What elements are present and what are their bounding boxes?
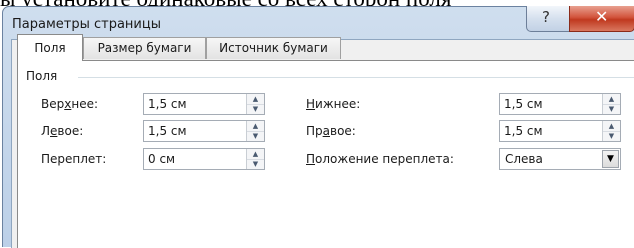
spin-down-icon[interactable]: ▼ [247,131,264,141]
left-margin-input[interactable] [144,121,244,141]
gutter-stepper[interactable]: ▲ ▼ [246,149,264,169]
left-margin-label: Левое: [41,124,84,138]
bottom-margin-input[interactable] [500,94,600,114]
close-button[interactable]: ✕ [569,6,634,32]
gutter-input[interactable] [144,149,244,169]
bottom-margin-label: Нижнее: [306,97,361,111]
dialog-title: Параметры страницы [12,17,161,32]
left-margin-stepper[interactable]: ▲ ▼ [246,121,264,141]
tab-paper-size[interactable]: Размер бумаги [83,37,206,59]
section-title-margins: Поля [26,69,64,83]
help-button[interactable]: ? [526,6,571,32]
right-margin-spinner[interactable]: ▲ ▼ [499,120,621,142]
gutter-label: Переплет: [41,152,107,166]
right-margin-label: Правое: [306,124,356,138]
gutter-position-label: Положение переплета: [306,152,454,166]
top-margin-spinner[interactable]: ▲ ▼ [143,93,265,115]
gutter-position-select[interactable]: Слева ▼ [499,148,621,170]
gutter-position-value: Слева [505,152,543,166]
help-icon: ? [542,8,550,26]
top-margin-stepper[interactable]: ▲ ▼ [246,94,264,114]
chevron-down-icon[interactable]: ▼ [602,150,619,168]
spin-down-icon[interactable]: ▼ [247,159,264,169]
bottom-margin-stepper[interactable]: ▲ ▼ [602,94,620,114]
page-setup-dialog: Параметры страницы ? ✕ Поля Размер бумаг… [2,6,634,248]
bottom-margin-spinner[interactable]: ▲ ▼ [499,93,621,115]
margins-panel: Поля Верхнее: ▲ ▼ Левое: ▲ ▼ Переплет: ▲ [17,60,634,248]
right-margin-input[interactable] [500,121,600,141]
spin-down-icon[interactable]: ▼ [247,104,264,114]
top-margin-input[interactable] [144,94,244,114]
section-divider [78,77,634,78]
close-icon: ✕ [595,7,609,26]
tab-paper-source[interactable]: Источник бумаги [206,37,341,59]
spin-down-icon[interactable]: ▼ [603,131,620,141]
gutter-spinner[interactable]: ▲ ▼ [143,148,265,170]
spin-down-icon[interactable]: ▼ [603,104,620,114]
top-margin-label: Верхнее: [41,97,98,111]
tab-margins[interactable]: Поля [17,34,83,61]
left-margin-spinner[interactable]: ▲ ▼ [143,120,265,142]
right-margin-stepper[interactable]: ▲ ▼ [602,121,620,141]
